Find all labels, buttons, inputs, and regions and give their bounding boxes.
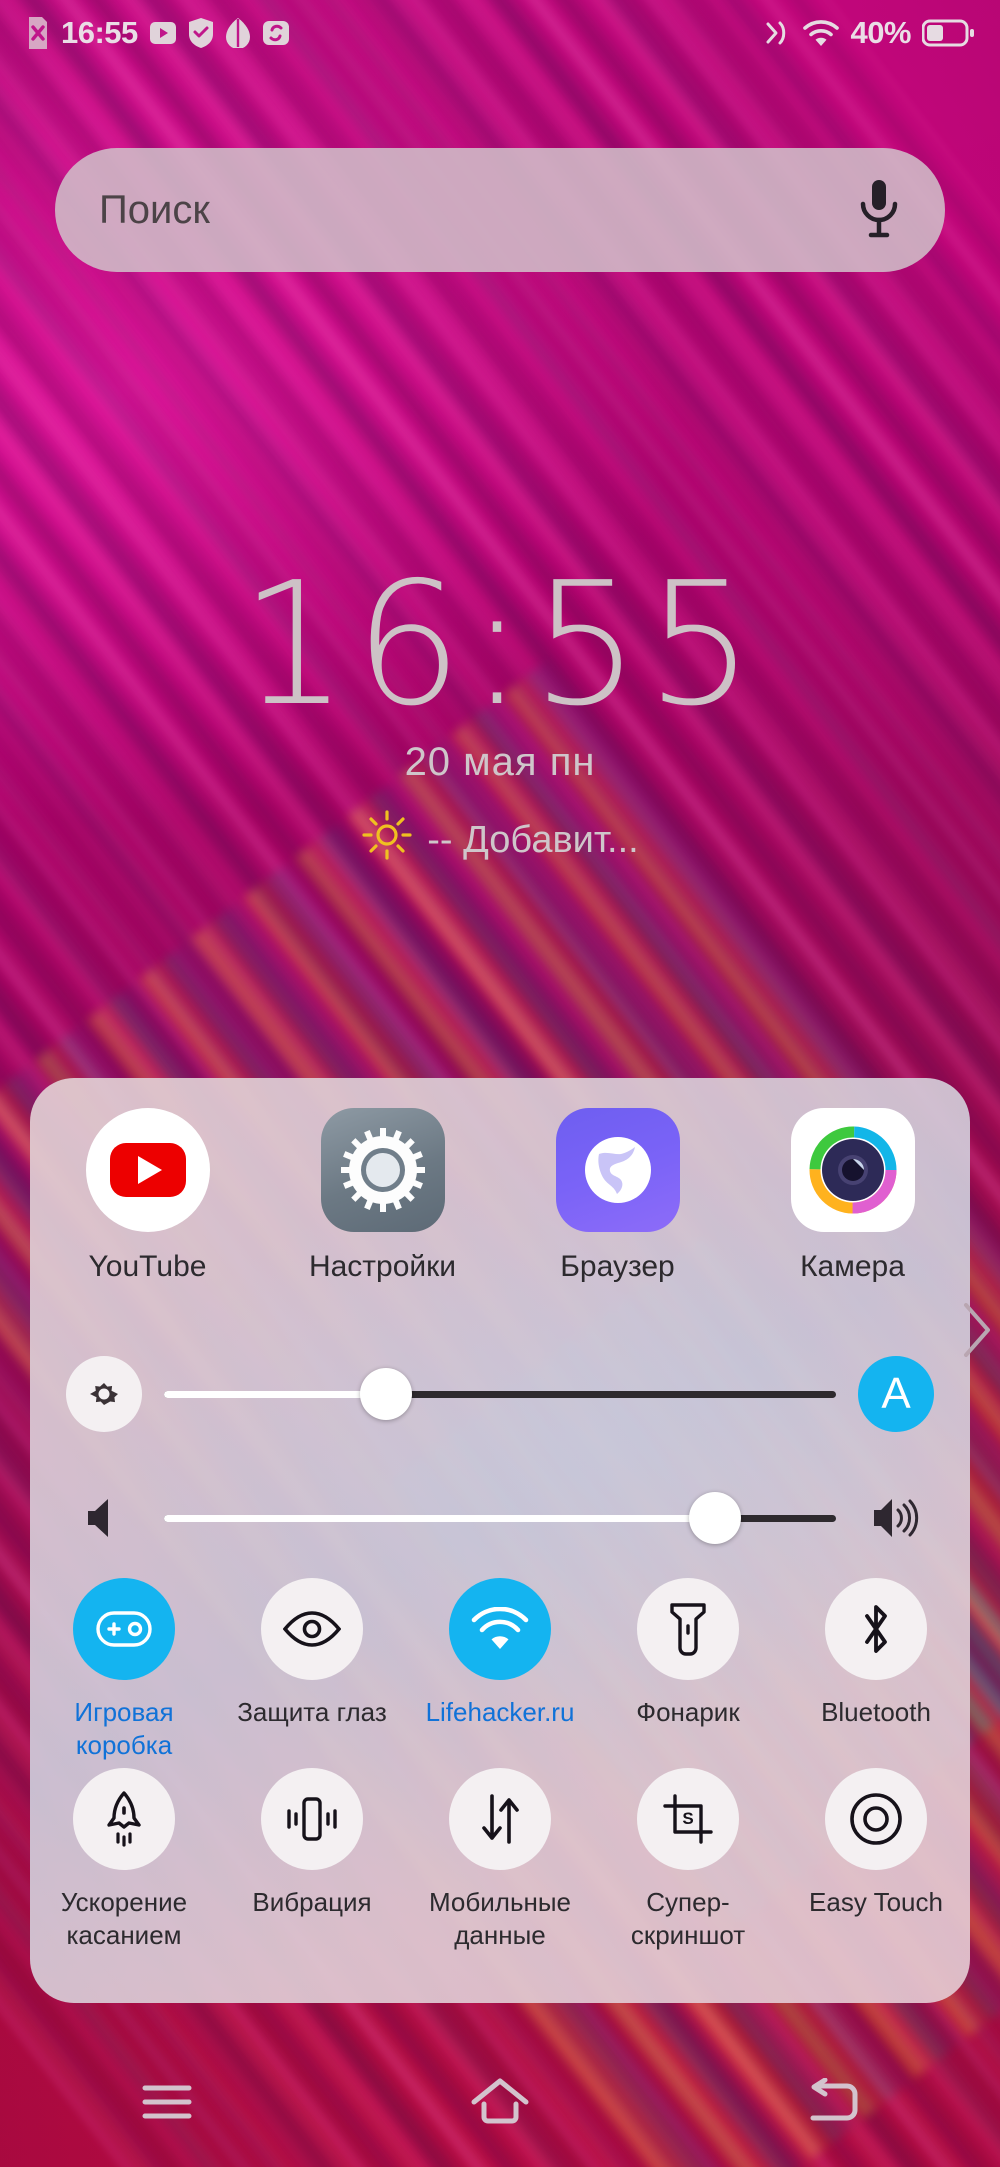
data-arrows-icon[interactable]: [449, 1768, 551, 1870]
play-icon: [149, 19, 177, 47]
app-shortcut-settings[interactable]: Настройки: [265, 1108, 500, 1284]
status-bar-time: 16:55: [61, 15, 138, 50]
toggle-label: Lifehacker.ru: [425, 1697, 575, 1727]
svg-text:S: S: [682, 1809, 693, 1828]
rocket-icon[interactable]: [73, 1768, 175, 1870]
weather-text: -- Добавит...: [427, 818, 639, 861]
leaf-icon: [225, 18, 251, 48]
toggle-vibration[interactable]: Вибрация: [218, 1768, 406, 1951]
toggle-label: Фонарик: [636, 1697, 740, 1727]
navigation-bar: [0, 2037, 1000, 2167]
menu-recents-icon[interactable]: [107, 2057, 227, 2147]
app-label: Настройки: [308, 1250, 457, 1283]
super-screenshot-icon[interactable]: S: [637, 1768, 739, 1870]
toggle-label: Bluetooth: [821, 1697, 931, 1727]
easy-touch-icon[interactable]: [825, 1768, 927, 1870]
app-label: YouTube: [88, 1250, 207, 1283]
toggle-flashlight[interactable]: Фонарик: [594, 1578, 782, 1761]
toggle-eye-protection[interactable]: Защита глаз: [218, 1578, 406, 1761]
app-shortcut-youtube[interactable]: YouTube: [30, 1108, 265, 1284]
toggle-label: Вибрация: [252, 1887, 372, 1917]
toggle-label: Защита глаз: [237, 1697, 387, 1727]
brightness-slider-track[interactable]: [164, 1356, 836, 1432]
clock-date: 20 мая пн: [404, 740, 596, 784]
app-shortcut-camera[interactable]: Камера: [735, 1108, 970, 1284]
toggle-label: Мобильные данные: [428, 1887, 572, 1950]
status-bar: 16:55 40%: [0, 0, 1000, 66]
toggle-bluetooth[interactable]: Bluetooth: [782, 1578, 970, 1761]
toggle-game-box[interactable]: Игровая коробка: [30, 1578, 218, 1761]
volume-high-icon[interactable]: [858, 1480, 934, 1556]
app-label: Браузер: [560, 1250, 675, 1283]
status-bar-left: 16:55: [26, 15, 290, 51]
chevron-right-icon[interactable]: [960, 1300, 994, 1365]
flashlight-icon[interactable]: [637, 1578, 739, 1680]
toggle-mobile-data[interactable]: Мобильные данные: [406, 1768, 594, 1951]
toggle-easy-touch[interactable]: Easy Touch: [782, 1768, 970, 1951]
nfc-icon: [762, 18, 792, 48]
youtube-icon[interactable]: [85, 1108, 210, 1232]
browser-globe-icon[interactable]: [555, 1108, 680, 1232]
toggle-super-screenshot[interactable]: S Супер- скриншот: [594, 1768, 782, 1951]
brightness-slider-row[interactable]: A: [30, 1346, 970, 1442]
volume-slider-thumb[interactable]: [689, 1492, 742, 1544]
camera-lens-icon[interactable]: [790, 1108, 915, 1232]
brightness-gear-icon[interactable]: [66, 1356, 142, 1432]
microphone-icon[interactable]: [857, 178, 901, 243]
app-shortcut-browser[interactable]: Браузер: [500, 1108, 735, 1284]
sim-card-disabled-icon: [26, 17, 50, 49]
gamepad-icon[interactable]: [73, 1578, 175, 1680]
shield-check-icon: [188, 18, 214, 48]
back-icon[interactable]: [773, 2057, 893, 2147]
weather-row[interactable]: -- Добавит...: [0, 809, 1000, 871]
volume-slider-track[interactable]: [164, 1480, 836, 1556]
panel-apps-row: YouTube Настройки Браузер Камера: [30, 1108, 970, 1284]
volume-slider-row[interactable]: [30, 1470, 970, 1566]
brightness-slider-thumb[interactable]: [359, 1368, 412, 1420]
toggle-touch-acceleration[interactable]: Ускорение касанием: [30, 1768, 218, 1951]
quick-toggles-row-2: Ускорение касанием Вибрация Мобильные да…: [30, 1768, 970, 1951]
wifi-icon[interactable]: [449, 1578, 551, 1680]
toggle-wifi[interactable]: Lifehacker.ru: [406, 1578, 594, 1761]
sync-swap-icon: [262, 19, 290, 47]
volume-mute-icon[interactable]: [66, 1480, 142, 1556]
home-icon[interactable]: [440, 2057, 560, 2147]
battery-icon: [922, 19, 974, 47]
settings-gear-icon[interactable]: [320, 1108, 445, 1232]
search-bar[interactable]: Поиск: [55, 148, 945, 272]
status-bar-battery-percent: 40%: [850, 15, 911, 50]
eye-icon[interactable]: [261, 1578, 363, 1680]
control-panel: YouTube Настройки Браузер Камера A Игров…: [30, 1078, 970, 2003]
toggle-label: Ускорение касанием: [60, 1887, 188, 1950]
auto-brightness-label[interactable]: A: [858, 1356, 934, 1432]
status-bar-right: 40%: [762, 15, 974, 51]
vibrate-icon[interactable]: [261, 1768, 363, 1870]
bluetooth-icon[interactable]: [825, 1578, 927, 1680]
toggle-label: Супер- скриншот: [630, 1887, 746, 1950]
clock-widget[interactable]: 16:55 20 мая пн -- Добавит...: [0, 560, 1000, 871]
wifi-icon: [803, 19, 840, 47]
clock-time: 16:55: [240, 546, 760, 744]
toggle-label: Easy Touch: [809, 1887, 943, 1917]
quick-toggles-row-1: Игровая коробка Защита глаз Lifehacker.r…: [30, 1578, 970, 1761]
app-label: Камера: [800, 1250, 905, 1283]
toggle-label: Игровая коробка: [74, 1697, 174, 1760]
auto-brightness-icon[interactable]: A: [858, 1356, 934, 1432]
sun-icon: [361, 809, 413, 871]
search-input[interactable]: Поиск: [99, 188, 210, 233]
